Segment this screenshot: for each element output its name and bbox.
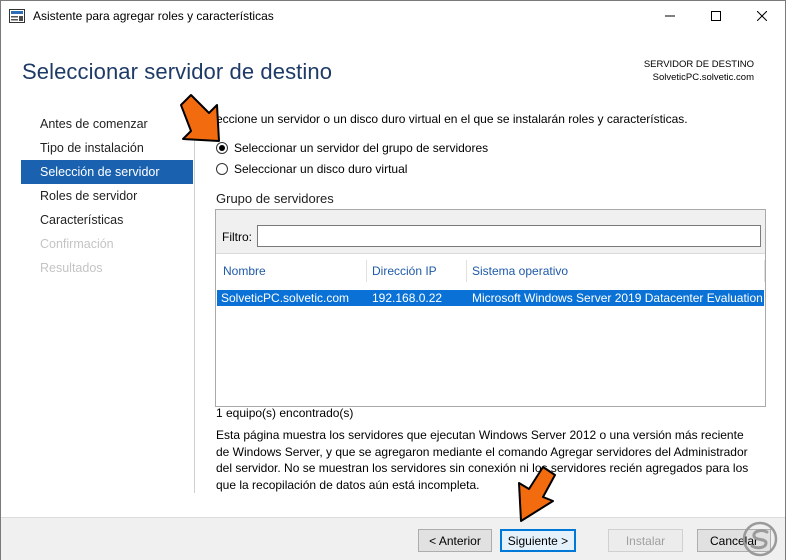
column-header-ip[interactable]: Dirección IP bbox=[372, 258, 437, 284]
page-title: Seleccionar servidor de destino bbox=[22, 59, 333, 84]
maximize-icon bbox=[711, 10, 721, 24]
destination-server-name: SolveticPC.solvetic.com bbox=[652, 72, 754, 83]
radio-virtual-disk[interactable] bbox=[216, 163, 228, 175]
nav-item-caracteristicas[interactable]: Características bbox=[21, 208, 193, 232]
nav-item-seleccion-de-servidor[interactable]: Selección de servidor bbox=[21, 160, 193, 184]
column-separator[interactable] bbox=[764, 260, 765, 282]
cell-ip-address: 192.168.0.22 bbox=[372, 291, 443, 305]
found-count: 1 equipo(s) encontrado(s) bbox=[216, 406, 354, 420]
cell-os: Microsoft Windows Server 2019 Datacenter… bbox=[472, 291, 763, 305]
nav-item-resultados: Resultados bbox=[40, 261, 103, 275]
annotation-arrow-icon bbox=[509, 463, 559, 530]
window-title: Asistente para agregar roles y caracterí… bbox=[33, 9, 274, 23]
next-button[interactable]: Siguiente > bbox=[500, 529, 576, 552]
maximize-button[interactable] bbox=[693, 1, 739, 32]
minimize-icon bbox=[665, 10, 675, 24]
nav-divider bbox=[194, 109, 195, 493]
filter-bar: Filtro: bbox=[216, 210, 765, 254]
destination-server-info: SERVIDOR DE DESTINO SolveticPC.solvetic.… bbox=[644, 58, 754, 84]
column-separator[interactable] bbox=[366, 260, 367, 282]
close-icon bbox=[756, 10, 768, 24]
back-button[interactable]: < Anterior bbox=[418, 529, 492, 552]
nav-item-antes-de-comenzar[interactable]: Antes de comenzar bbox=[21, 112, 193, 136]
column-separator[interactable] bbox=[466, 260, 467, 282]
description-text: Esta página muestra los servidores que e… bbox=[216, 428, 749, 492]
option-virtual-disk[interactable]: Seleccionar un disco duro virtual bbox=[216, 162, 407, 176]
wizard-footer: < Anterior Siguiente > Instalar Cancelar bbox=[1, 517, 785, 560]
column-header-name[interactable]: Nombre bbox=[223, 258, 266, 284]
nav-item-roles-de-servidor[interactable]: Roles de servidor bbox=[21, 184, 193, 208]
minimize-button[interactable] bbox=[647, 1, 693, 32]
solvetic-logo-icon bbox=[742, 521, 778, 557]
option-virtual-disk-label: Seleccionar un disco duro virtual bbox=[234, 162, 408, 176]
option-server-pool-label: Seleccionar un servidor del grupo de ser… bbox=[234, 141, 489, 155]
install-button: Instalar bbox=[608, 529, 683, 552]
filter-label: Filtro: bbox=[222, 230, 252, 244]
wizard-window: Asistente para agregar roles y caracterí… bbox=[0, 0, 786, 560]
server-pool-box: Filtro: Nombre Dirección IP Sistema oper… bbox=[215, 209, 766, 407]
destination-server-label: SERVIDOR DE DESTINO bbox=[643, 59, 754, 70]
title-bar[interactable]: Asistente para agregar roles y caracterí… bbox=[1, 1, 785, 32]
nav-item-tipo-de-instalacion[interactable]: Tipo de instalación bbox=[21, 136, 193, 160]
option-server-pool[interactable]: Seleccionar un servidor del grupo de ser… bbox=[216, 141, 488, 155]
column-header-os[interactable]: Sistema operativo bbox=[472, 258, 568, 284]
intro-text: eccione un servidor o un disco duro virt… bbox=[216, 112, 688, 126]
nav-item-confirmacion: Confirmación bbox=[40, 237, 114, 251]
annotation-arrow-icon bbox=[177, 91, 229, 156]
table-row[interactable]: SolveticPC.solvetic.com 192.168.0.22 Mic… bbox=[217, 290, 764, 306]
cell-server-name: SolveticPC.solvetic.com bbox=[221, 291, 350, 305]
server-pool-title: Grupo de servidores bbox=[216, 191, 334, 206]
wizard-nav: Antes de comenzar Tipo de instalación Se… bbox=[21, 112, 193, 280]
close-button[interactable] bbox=[739, 1, 785, 32]
filter-input[interactable] bbox=[257, 225, 761, 247]
server-manager-icon bbox=[9, 9, 25, 23]
